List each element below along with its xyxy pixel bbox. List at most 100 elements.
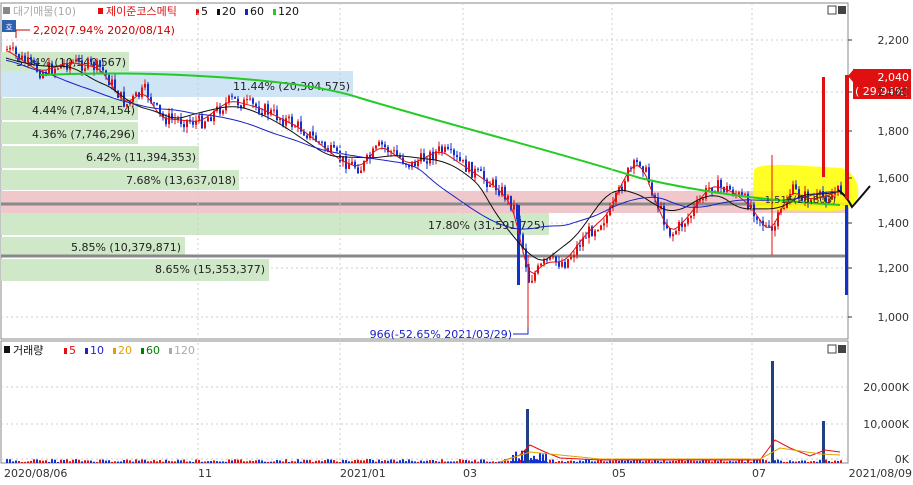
candle-body	[231, 95, 233, 97]
candle-body	[246, 99, 248, 101]
volume-bar	[231, 460, 233, 463]
volume-bar	[542, 454, 544, 463]
volume-bar	[483, 459, 485, 463]
volume-bar	[780, 460, 782, 463]
volume-bar	[675, 461, 677, 463]
high-marker-label: 2,202(7.94% 2020/08/14)	[33, 24, 175, 37]
volume-legend-swatch	[64, 348, 67, 354]
volume-bar	[315, 460, 317, 463]
volume-bar	[396, 461, 398, 463]
volume-bar	[201, 461, 203, 463]
candle-body	[6, 49, 8, 51]
volume-bar	[327, 459, 329, 463]
volume-bar	[507, 460, 509, 463]
volume-bar	[276, 460, 278, 463]
volume-bar	[21, 461, 23, 463]
volume-bar	[603, 461, 605, 463]
x-tick-label: 05	[612, 467, 626, 480]
candle-body	[480, 169, 482, 171]
volume-bar	[186, 461, 188, 463]
stock-name: 제이준코스메틱	[106, 5, 177, 18]
volume-bar	[294, 461, 296, 463]
price-tick-label: 1,000	[878, 311, 910, 324]
volume-bar	[669, 461, 671, 463]
volume-bar	[27, 461, 29, 463]
volume-bar	[399, 460, 401, 463]
close-button[interactable]	[838, 6, 846, 14]
volume-title: 거래량	[13, 344, 43, 357]
candle-body	[459, 157, 461, 162]
candle-body	[465, 159, 467, 172]
volume-bar	[600, 460, 602, 463]
volume-bar	[279, 460, 281, 463]
volume-bar	[807, 461, 809, 463]
candle-body	[453, 149, 455, 156]
volume-bar	[135, 459, 137, 463]
volume-bar	[417, 461, 419, 463]
price-tick-label: 1,400	[878, 217, 910, 230]
volume-bar	[90, 460, 92, 463]
band-label-5: 6.42% (11,394,353)	[86, 151, 196, 164]
candle-body	[204, 121, 206, 129]
volume-bar	[555, 461, 557, 463]
volume-bar	[402, 459, 404, 463]
volume-bar	[518, 458, 520, 463]
volume-bar	[539, 453, 541, 463]
volume-bar	[810, 461, 812, 463]
volume-bar	[183, 459, 185, 463]
candle-body	[744, 193, 746, 195]
volume-close-button[interactable]	[838, 345, 846, 353]
candle-body	[147, 83, 149, 98]
volume-bar	[681, 460, 683, 463]
candle-body	[531, 280, 533, 283]
volume-legend-label: 10	[90, 344, 104, 357]
volume-bar	[744, 461, 746, 463]
volume-bar	[255, 460, 257, 463]
volume-bar	[39, 460, 41, 463]
volume-bar	[705, 460, 707, 463]
candle-body	[561, 262, 563, 267]
candle-body	[264, 104, 266, 115]
volume-bar	[672, 460, 674, 463]
volume-bar	[354, 460, 356, 463]
volume-bar	[711, 461, 713, 463]
volume-panel-frame	[0, 340, 849, 464]
candle-body	[360, 170, 362, 174]
band-7-pink	[1, 191, 848, 213]
candle-body	[27, 57, 29, 63]
candle-body	[297, 121, 299, 127]
volume-bar	[465, 459, 467, 463]
candle-body	[456, 155, 458, 158]
volume-bar	[533, 455, 535, 463]
candle-body	[84, 68, 86, 71]
candle-body	[513, 204, 515, 210]
candle-body	[183, 124, 185, 128]
volume-bar	[825, 459, 827, 463]
band-label-3: 4.44% (7,874,154)	[32, 104, 135, 117]
candle-body	[192, 121, 194, 125]
volume-bar	[267, 461, 269, 463]
volume-bar	[576, 461, 578, 463]
candle-body	[255, 103, 257, 107]
legend-swatch	[245, 9, 248, 15]
low-marker-label: 966(-52.65% 2021/03/29)	[370, 328, 512, 341]
candle-body	[483, 170, 485, 180]
candle-body	[87, 58, 89, 69]
volume-bar	[234, 459, 236, 463]
chart-settings-glyph: 호	[5, 23, 12, 32]
volume-bar	[312, 461, 314, 463]
volume-bar	[84, 460, 86, 463]
candle-body	[273, 109, 275, 111]
volume-bar	[477, 461, 479, 463]
price-tick-label: 1,800	[878, 125, 910, 138]
candle-body	[357, 167, 359, 174]
volume-bar	[795, 461, 797, 463]
candle-body	[354, 161, 356, 168]
volume-legend-swatch	[141, 348, 144, 354]
volume-bar	[423, 461, 425, 463]
volume-bar	[512, 454, 514, 463]
candle-body	[72, 61, 74, 63]
volume-bar	[222, 461, 224, 463]
volume-bar	[18, 460, 20, 463]
volume-bar	[456, 461, 458, 463]
